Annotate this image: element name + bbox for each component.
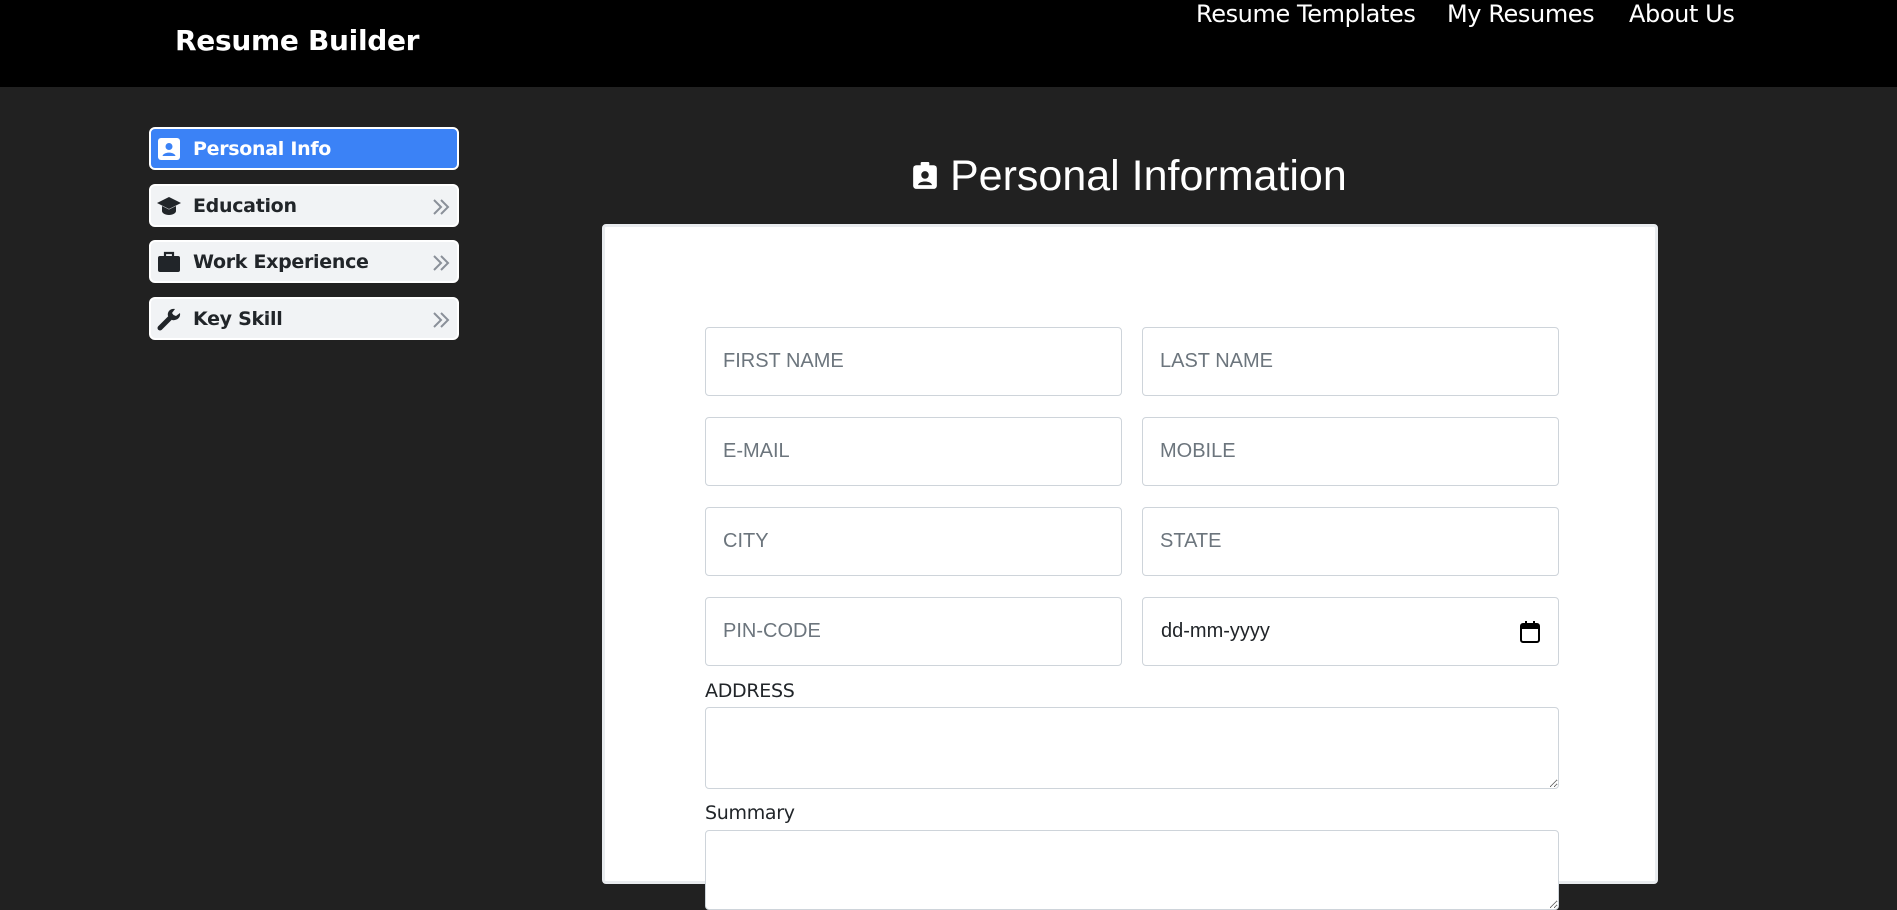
mobile-field[interactable] [1142,417,1559,486]
chevron-double-right-icon [433,255,450,271]
sidebar-item-label: Key Skill [193,308,283,330]
sidebar-item-label: Education [193,195,297,217]
summary-label: Summary [705,802,795,824]
first-name-field[interactable] [705,327,1122,396]
sidebar-item-education[interactable]: Education [149,184,459,227]
city-field[interactable] [705,507,1122,576]
sidebar-item-work-experience[interactable]: Work Experience [149,240,459,283]
sidebar-item-label: Personal Info [193,138,332,160]
date-of-birth-field[interactable]: dd-mm-yyyy [1142,597,1559,666]
email-field[interactable] [705,417,1122,486]
top-navbar: Resume Builder Resume Templates My Resum… [0,0,1897,87]
wrench-icon [157,308,181,331]
date-value: dd-mm-yyyy [1161,620,1270,642]
pincode-field[interactable] [705,597,1122,666]
chevron-double-right-icon [433,312,450,328]
page-title-text: Personal Information [950,152,1347,200]
sidebar-item-personal-info[interactable]: Personal Info [149,127,459,170]
summary-field[interactable] [705,830,1559,910]
personal-info-form-card: dd-mm-yyyy ADDRESS Summary [602,224,1658,910]
nav-link-about-us[interactable]: About Us [1629,0,1735,28]
page-title: Personal Information [912,152,1347,201]
contact-card-icon [913,161,937,189]
sidebar-item-label: Work Experience [193,251,369,273]
state-field[interactable] [1142,507,1559,576]
nav-link-my-resumes[interactable]: My Resumes [1447,0,1595,28]
brand-logo[interactable]: Resume Builder [175,24,419,57]
sidebar-item-key-skill[interactable]: Key Skill [149,297,459,340]
chevron-double-right-icon [433,199,450,215]
nav-link-resume-templates[interactable]: Resume Templates [1196,0,1416,28]
graduation-cap-icon [157,197,181,215]
last-name-field[interactable] [1142,327,1559,396]
briefcase-icon [158,251,180,272]
calendar-icon[interactable] [1520,621,1540,643]
address-label: ADDRESS [705,680,795,702]
address-field[interactable] [705,707,1559,789]
contact-card-icon [158,138,180,160]
